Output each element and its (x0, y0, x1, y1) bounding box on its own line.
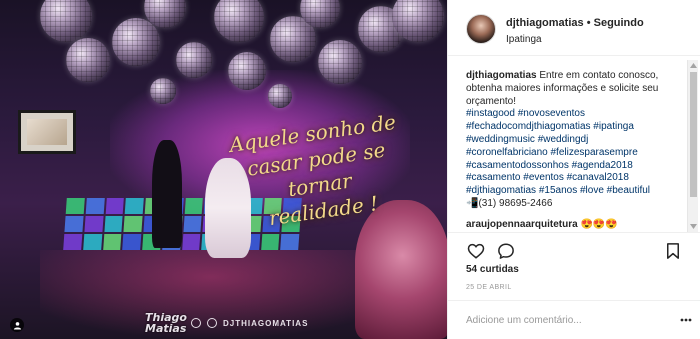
comment-username-link[interactable]: araujopennaarquitetura (466, 219, 578, 230)
disco-ball (176, 42, 212, 78)
add-comment-section (448, 300, 700, 339)
led-tile (181, 234, 201, 250)
like-button[interactable] (466, 241, 486, 261)
caption-line: djthiagomatias Entre em contato conosco, (466, 70, 684, 83)
led-tile (65, 198, 85, 214)
caption-line: #casamento #eventos #canaval2018 (466, 172, 684, 185)
caption-line: #instagood #novoseventos (466, 108, 684, 121)
scroll-down-arrow[interactable] (688, 221, 699, 232)
led-tile (103, 216, 123, 232)
hashtag-links[interactable]: #weddingmusic #weddingdj (466, 134, 588, 145)
bookmark-icon (667, 243, 679, 259)
post-actions (448, 232, 700, 268)
led-tile (184, 198, 204, 214)
led-tile (260, 234, 280, 250)
caption-username-link[interactable]: djthiagomatias (466, 70, 537, 81)
caption-line: #coronelfabriciano #felizesparasempre (466, 147, 684, 160)
caption-line: #fechadocomdjthiagomatias #ipatinga (466, 121, 684, 134)
led-tile (122, 234, 142, 250)
user-tag-button[interactable] (10, 318, 24, 332)
location-link[interactable]: Ipatinga (506, 34, 542, 45)
post-caption: djthiagomatias Entre em contato conosco,… (466, 70, 684, 230)
comments-scrollbar[interactable] (687, 60, 698, 232)
led-tile (84, 216, 104, 232)
scroll-up-arrow[interactable] (688, 60, 699, 71)
author-username-link[interactable]: djthiagomatias (506, 17, 584, 29)
comment-button[interactable] (496, 241, 516, 261)
facebook-icon (191, 318, 201, 328)
brand-handle: DJTHIAGOMATIAS (223, 318, 309, 328)
led-tile (123, 216, 143, 232)
brand-watermark: Thiago Matias DJTHIAGOMATIAS (145, 312, 308, 334)
caption-line: obtenha maiores informações e solicite s… (466, 83, 684, 96)
guest-figure (355, 200, 447, 339)
post-date[interactable]: 25 DE ABRIL (466, 284, 512, 291)
comment-text: 😍😍😍 (580, 219, 618, 230)
dj-figure (152, 140, 182, 248)
disco-ball (268, 84, 292, 108)
avatar[interactable] (466, 14, 496, 44)
hashtag-links[interactable]: #instagood #novoseventos (466, 108, 585, 119)
hashtag-links[interactable]: #djthiagomatias #15anos #love #beautiful (466, 185, 650, 196)
instagram-icon (207, 318, 217, 328)
disco-ball (150, 78, 176, 104)
disco-ball (112, 18, 160, 66)
post-header: djthiagomatias • Seguindo Ipatinga (448, 0, 700, 56)
screen-display (18, 110, 76, 154)
disco-ball (40, 0, 92, 42)
led-tile (85, 198, 105, 214)
likes-count[interactable]: 54 curtidas (466, 264, 519, 275)
heart-icon (467, 243, 485, 259)
caption-text: 📲(31) 98695-2466 (466, 197, 553, 209)
disco-ball (66, 38, 110, 82)
led-tile (82, 234, 102, 250)
led-tile (105, 198, 125, 214)
led-tile (102, 234, 122, 250)
post-author: djthiagomatias • Seguindo (506, 17, 644, 29)
caption-line: #casamentodossonhos #agenda2018 (466, 160, 684, 173)
more-options-icon[interactable] (679, 313, 693, 327)
disco-ball (318, 40, 362, 84)
scrollbar-thumb[interactable] (690, 72, 697, 197)
caption-text: Entre em contato conosco, (539, 70, 659, 81)
hashtag-links[interactable]: #casamento #eventos #canaval2018 (466, 172, 629, 183)
caption-text: obtenha maiores informações e solicite s… (466, 82, 659, 94)
led-tile (63, 234, 83, 250)
led-tile (280, 234, 300, 250)
add-comment-input[interactable] (466, 311, 676, 329)
triangle-down-icon (690, 224, 697, 229)
caption-text: orçamento! (466, 95, 517, 107)
caption-line: #weddingmusic #weddingdj (466, 134, 684, 147)
comment-icon (498, 243, 514, 259)
led-tile (64, 216, 84, 232)
triangle-up-icon (690, 63, 697, 68)
disco-ball (228, 52, 266, 90)
comment-item: araujopennaarquitetura 😍😍😍 (466, 219, 684, 230)
hashtag-links[interactable]: #fechadocomdjthiagomatias #ipatinga (466, 121, 634, 132)
post-photo[interactable]: Aquele sonho de casar pode se tornar rea… (0, 0, 447, 339)
post-side-panel: djthiagomatias • Seguindo Ipatinga djthi… (447, 0, 700, 339)
caption-line: #djthiagomatias #15anos #love #beautiful (466, 185, 684, 198)
led-tile (124, 198, 144, 214)
following-button[interactable]: Seguindo (594, 17, 644, 29)
hashtag-links[interactable]: #casamentodossonhos #agenda2018 (466, 160, 633, 171)
save-button[interactable] (663, 241, 683, 261)
led-tile (182, 216, 202, 232)
hashtag-links[interactable]: #coronelfabriciano #felizesparasempre (466, 147, 638, 158)
disco-ball (214, 0, 264, 42)
caption-line: 📲(31) 98695-2466 (466, 198, 684, 211)
person-icon (13, 321, 21, 330)
separator-dot: • (586, 17, 591, 29)
caption-line: orçamento! (466, 96, 684, 109)
brand-logo: Thiago Matias (145, 311, 187, 335)
instagram-post-modal: Aquele sonho de casar pode se tornar rea… (0, 0, 700, 339)
